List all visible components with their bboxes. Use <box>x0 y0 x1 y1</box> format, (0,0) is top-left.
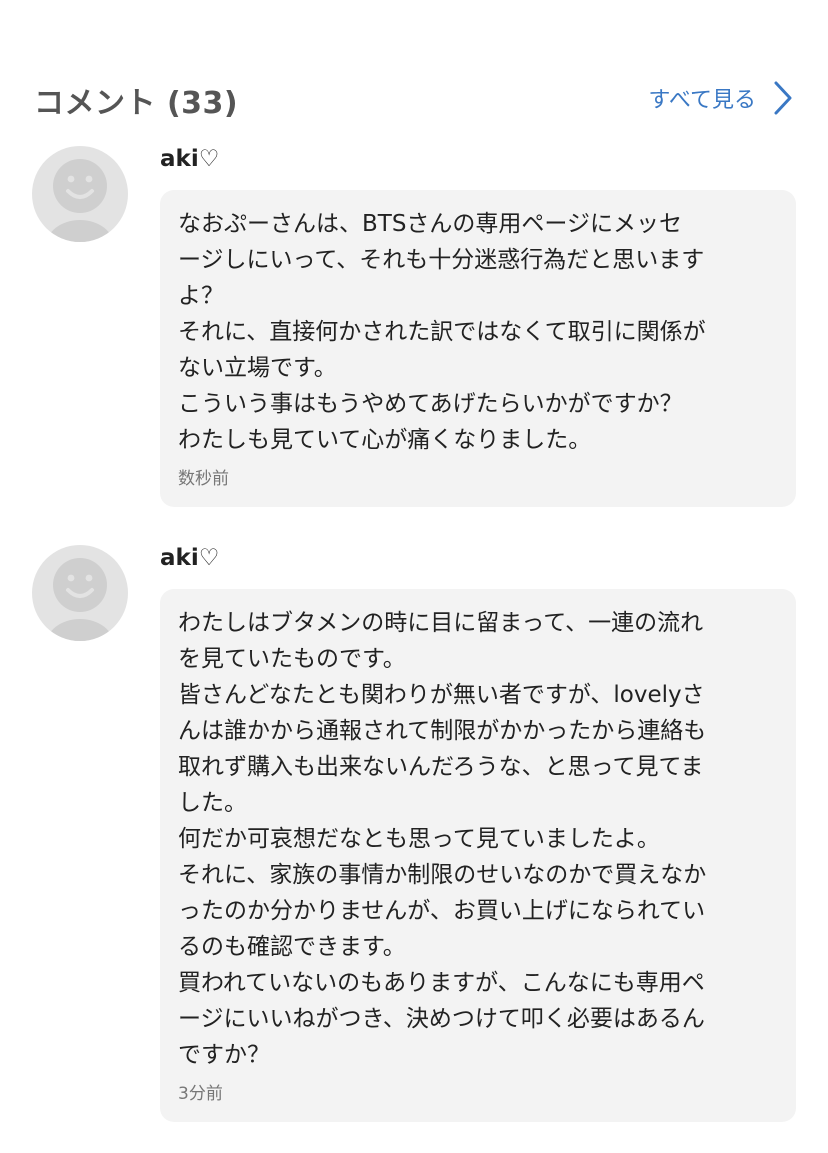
comment-text-line: それに、直接何かされた訳ではなくて取引に関係が <box>178 319 706 345</box>
comment-text-line: るのも確認できます。 <box>178 934 406 960</box>
comment-text-line: 取れず購入も出来ないんだろうな、と思って見てま <box>178 754 704 780</box>
comment-text-line: ージにいいねがつき、決めつけて叩く必要はあるん <box>178 1006 705 1032</box>
comment-text-line: こういう事はもうやめてあげたらいかがですか？ <box>178 391 683 417</box>
comment-text-line: した。 <box>178 790 247 816</box>
comment-text-line: んは誰かから通報されて制限がかかったから連絡も <box>178 718 707 744</box>
comment-text-line: 何だか可哀想だなとも思って見ていましたよ。 <box>178 826 660 852</box>
comment-bubble: わたしはブタメンの時に目に留まって、一連の流れ を見ていたものです。 皆さんどな… <box>160 589 796 1122</box>
comment-text-line: わたしはブタメンの時に目に留まって、一連の流れ <box>178 610 704 636</box>
default-avatar-icon[interactable] <box>32 545 128 641</box>
see-all-link[interactable]: すべて見る <box>648 78 794 118</box>
chevron-right-icon <box>774 81 792 115</box>
comments-title: コメント (33) <box>34 86 239 121</box>
see-all-label: すべて見る <box>648 88 756 113</box>
default-avatar-icon[interactable] <box>32 146 128 242</box>
comments-header: コメント (33) すべて見る <box>34 74 794 121</box>
comment-text-line: 買われていないのもありますが、こんなにも専用ペ <box>178 970 705 996</box>
comment-author[interactable]: aki♡ <box>160 146 219 172</box>
comment-text-line: ない立場です。 <box>178 355 337 381</box>
comment-timestamp: 数秒前 <box>178 469 229 489</box>
comment-text-line: ったのか分かりませんが、お買い上げになられてい <box>178 898 706 924</box>
comment-text-line: を見ていたものです。 <box>178 646 406 672</box>
comment-text-line: ージしにいって、それも十分迷惑行為だと思います <box>178 247 705 273</box>
comment-timestamp: 3分前 <box>178 1084 223 1104</box>
comment-text-line: なおぷーさんは、BTSさんの専用ページにメッセ <box>178 211 682 237</box>
comment-text-line: それに、家族の事情か制限のせいなのかで買えなか <box>178 862 707 888</box>
comment-text-line: わたしも見ていて心が痛くなりました。 <box>178 427 592 453</box>
comment-bubble: なおぷーさんは、BTSさんの専用ページにメッセ ージしにいって、それも十分迷惑行… <box>160 190 796 507</box>
comment-text-line: よ？ <box>178 283 224 309</box>
comment-text-line: 皆さんどなたとも関わりが無い者ですが、lovelyさ <box>178 682 705 708</box>
comment-text-line: ですか？ <box>178 1042 270 1068</box>
comment-author[interactable]: aki♡ <box>160 545 219 571</box>
